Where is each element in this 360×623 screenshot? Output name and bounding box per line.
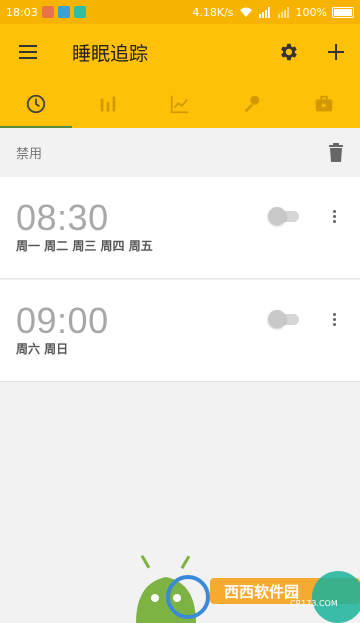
notification-app-icon <box>73 6 86 18</box>
watermark-url: CR173.COM <box>290 599 338 608</box>
trash-icon <box>329 142 343 162</box>
alarm-days: 周一 周二 周三 周四 周五 <box>16 239 153 253</box>
delete-button[interactable] <box>324 140 348 164</box>
toggle-thumb <box>268 310 286 328</box>
settings-button[interactable] <box>264 28 312 76</box>
alarm-time: 09:00 <box>16 300 109 341</box>
tab-statistics[interactable] <box>72 80 144 128</box>
watermark-text: 西西软件园 <box>224 583 300 601</box>
app-title: 睡眠追踪 <box>72 42 149 65</box>
tab-bar <box>0 80 360 128</box>
notification-app-icon <box>41 6 54 18</box>
disabled-section-header: 禁用 <box>0 128 360 176</box>
section-label: 禁用 <box>16 146 43 162</box>
microphone-icon <box>244 95 260 113</box>
battery-percent: 100% <box>295 5 327 19</box>
tab-alarms[interactable] <box>0 80 72 128</box>
briefcase-icon <box>315 95 333 112</box>
toggle-thumb <box>268 207 286 225</box>
app-actions <box>264 28 360 76</box>
wifi-icon <box>239 7 252 17</box>
alarm-clock-icon <box>26 94 46 114</box>
alarm-toggle[interactable] <box>268 310 300 328</box>
menu-button[interactable] <box>0 24 56 80</box>
tab-recordings[interactable] <box>216 80 288 128</box>
signal-icon <box>277 7 289 18</box>
notification-app-icon <box>57 6 70 18</box>
alarm-toggle[interactable] <box>268 207 300 225</box>
hamburger-menu-icon <box>19 45 37 59</box>
alarm-days: 周六 周日 <box>16 342 69 356</box>
alarm-time: 08:30 <box>16 197 109 238</box>
add-alarm-button[interactable] <box>312 28 360 76</box>
signal-icon <box>258 7 270 18</box>
status-left: 18:03 <box>6 6 86 19</box>
app-bar: 睡眠追踪 <box>0 24 360 80</box>
plus-icon <box>328 44 344 60</box>
overflow-menu-button[interactable] <box>322 204 346 228</box>
alarm-item[interactable]: 08:30 周一 周二 周三 周四 周五 <box>0 177 360 279</box>
status-bar: 18:03 4.18K/s 100% <box>0 0 360 24</box>
watermark-logo: 西西软件园 CR173.COM <box>130 553 360 623</box>
alarm-item[interactable]: 09:00 周六 周日 <box>0 280 360 382</box>
tab-trends[interactable] <box>144 80 216 128</box>
bar-chart-icon <box>100 96 116 112</box>
gear-icon <box>281 43 297 61</box>
status-time: 18:03 <box>6 5 38 19</box>
network-speed: 4.18K/s <box>192 5 234 19</box>
line-chart-icon <box>170 95 189 114</box>
tab-addons[interactable] <box>288 80 360 128</box>
battery-icon <box>332 6 354 18</box>
status-right: 4.18K/s 100% <box>192 6 354 19</box>
overflow-menu-button[interactable] <box>322 307 346 331</box>
